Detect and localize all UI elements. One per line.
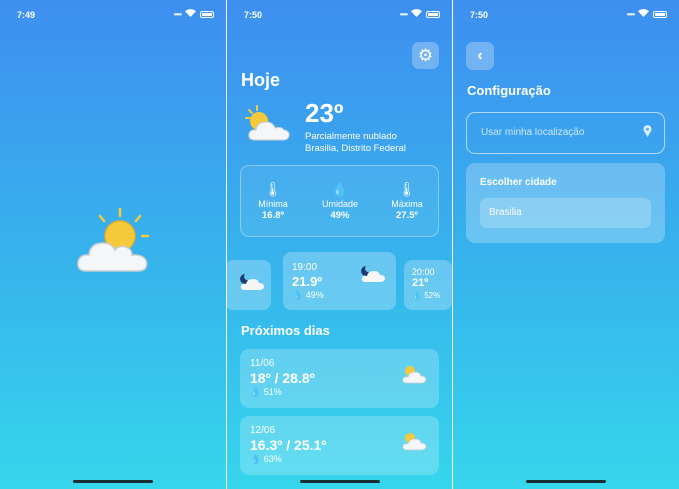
back-button[interactable]: ‹ [466,42,494,70]
hourly-card[interactable]: 20:00 21º 💧 52% [404,260,452,310]
signal-icon: •••• [173,9,182,19]
signal-icon: •••• [399,9,408,19]
config-screen: 7:50 •••• ‹ Configuração Usar minha loca… [453,0,679,489]
hourly-card[interactable] [227,260,271,310]
thermometer-icon: 🌡 [398,181,416,197]
status-time: 7:49 [17,10,36,20]
gear-icon: ⚙ [417,45,434,65]
choose-city-label: Escolher cidade [480,177,557,188]
home-indicator [526,480,606,483]
partly-cloudy-night-icon [360,264,386,289]
partly-cloudy-day-icon [243,104,293,149]
hourly-card[interactable]: 19:00 21.9º 💧 49% [283,252,396,310]
partly-cloudy-day-icon [401,430,427,457]
signal-icon: •••• [626,9,635,19]
forecast-day-card[interactable]: 11/06 18º / 28.8º 💧 51% [240,349,439,408]
status-time: 7:50 [470,10,489,20]
partly-cloudy-day-icon [401,363,427,390]
wifi-icon [185,9,196,19]
choose-city-panel: Escolher cidade Brasilia [466,163,665,243]
weather-description: Parcialmente nublado [305,131,397,142]
partly-cloudy-night-icon [239,272,265,297]
thermometer-icon: 🌡 [264,181,282,197]
today-screen: 7:50 •••• ⚙ Hoje 23º Parcialmente nublad… [227,0,452,489]
next-days-title: Próximos dias [241,323,330,338]
page-title: Hoje [241,70,281,90]
home-indicator [73,480,153,483]
water-drop-icon: 💧 [250,387,262,397]
forecast-day-card[interactable]: 12/06 16.3º / 25.1º 💧 63% [240,416,439,475]
current-temperature: 23º [305,98,344,128]
location-pin-icon [643,125,652,140]
location-name: Brasilia, Distrito Federal [305,143,406,154]
humidity-stat: 💧 Umidade 49% [310,180,370,222]
home-indicator [299,480,380,483]
wifi-icon [638,9,649,19]
city-input[interactable]: Brasilia [480,198,651,228]
water-drop-icon: 💧 [412,291,422,300]
battery-icon [200,10,214,18]
splash-screen: 7:49 •••• [0,0,226,489]
status-bar: 7:49 •••• [0,0,226,26]
status-bar: 7:50 •••• [453,0,679,26]
chevron-left-icon: ‹ [477,47,483,64]
battery-icon [653,10,667,18]
battery-icon [426,10,440,18]
partly-cloudy-day-icon [74,205,154,285]
settings-button[interactable]: ⚙ [412,42,439,69]
today-stats-card: 🌡 Mínima 16.8º 💧 Umidade 49% 🌡 Máxima 27… [240,165,439,237]
water-drop-icon: 💧 [250,454,262,464]
page-title: Configuração [467,83,551,98]
water-drop-icon: 💧 [292,290,304,300]
wifi-icon [411,9,422,19]
status-bar: 7:50 •••• [227,0,452,26]
min-temp-stat: 🌡 Mínima 16.8º [243,180,303,222]
max-temp-stat: 🌡 Máxima 27.5º [377,180,437,222]
status-time: 7:50 [244,10,263,20]
water-drop-icon: 💧 [331,181,349,197]
use-location-button[interactable]: Usar minha localização [466,112,665,154]
